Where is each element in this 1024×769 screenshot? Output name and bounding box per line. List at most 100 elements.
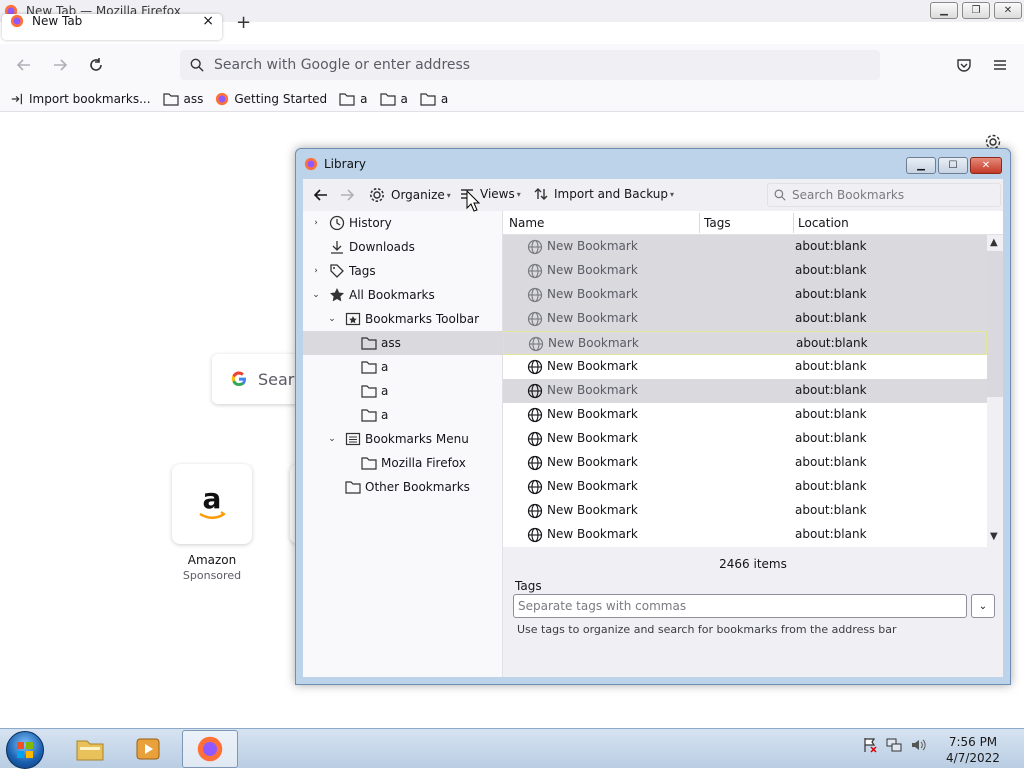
- bookmarks-toolbar-icon: [345, 311, 361, 327]
- top-site-amazon[interactable]: a: [172, 464, 252, 544]
- menu-icon[interactable]: [989, 54, 1011, 76]
- tree-item-other-bookmarks[interactable]: Other Bookmarks: [303, 475, 503, 499]
- pocket-icon[interactable]: [953, 54, 975, 76]
- forward-icon[interactable]: [49, 54, 71, 76]
- scroll-down-icon[interactable]: ▼: [990, 531, 998, 542]
- table-row[interactable]: New Bookmark about:blank: [503, 331, 987, 355]
- library-tree: › History Downloads › Tags ⌄ All Bookmar…: [303, 211, 503, 677]
- bookmark-folder-ass[interactable]: ass: [162, 92, 203, 106]
- organize-button[interactable]: Organize ▾: [369, 187, 451, 203]
- column-divider[interactable]: [793, 213, 794, 233]
- search-bookmarks-input[interactable]: Search Bookmarks: [767, 183, 1001, 207]
- close-button[interactable]: ✕: [994, 2, 1022, 19]
- top-site-label: Amazon: [187, 553, 237, 567]
- taskbar-media-player[interactable]: [120, 730, 176, 768]
- tree-item-bookmarks-toolbar[interactable]: ⌄ Bookmarks Toolbar: [303, 307, 503, 331]
- library-close-button[interactable]: ✕: [970, 157, 1002, 174]
- column-header-tags[interactable]: Tags: [704, 216, 731, 230]
- table-row[interactable]: New Bookmark about:blank: [503, 355, 987, 379]
- tags-dropdown-button[interactable]: ⌄: [971, 594, 995, 618]
- vertical-scrollbar[interactable]: ▲ ▼: [987, 235, 1003, 547]
- globe-icon: [527, 239, 543, 255]
- gear-icon: [370, 188, 384, 202]
- tree-item-mozilla-firefox[interactable]: Mozilla Firefox: [303, 451, 503, 475]
- reload-icon[interactable]: [85, 54, 107, 76]
- globe-icon: [527, 407, 543, 423]
- library-forward-icon[interactable]: [339, 187, 355, 203]
- folder-icon: [345, 479, 361, 495]
- table-row[interactable]: New Bookmark about:blank: [503, 499, 987, 523]
- tree-item-bookmarks-menu[interactable]: ⌄ Bookmarks Menu: [303, 427, 503, 451]
- tab-label: New Tab: [32, 14, 83, 28]
- new-tab-button[interactable]: +: [236, 12, 251, 33]
- table-row[interactable]: New Bookmark about:blank: [503, 379, 987, 403]
- column-header-name[interactable]: Name: [509, 216, 544, 230]
- tree-item-downloads[interactable]: Downloads: [303, 235, 503, 259]
- tree-item-tags[interactable]: › Tags: [303, 259, 503, 283]
- bookmark-folder-a[interactable]: a: [339, 92, 368, 106]
- bookmark-name: New Bookmark: [547, 479, 638, 493]
- library-content: Organize ▾ Views ▾ Import and Backup ▾ Sear…: [303, 179, 1003, 677]
- import-backup-button[interactable]: Import and Backup ▾: [534, 187, 674, 201]
- table-row[interactable]: New Bookmark about:blank: [503, 283, 987, 307]
- library-back-icon[interactable]: [313, 187, 329, 203]
- library-minimize-button[interactable]: ▁: [906, 157, 936, 174]
- table-row[interactable]: New Bookmark about:blank: [503, 259, 987, 283]
- amazon-logo-icon: a: [199, 484, 226, 519]
- back-icon[interactable]: [13, 54, 35, 76]
- expand-icon[interactable]: ›: [309, 218, 323, 228]
- tree-label: All Bookmarks: [349, 288, 435, 302]
- url-bar[interactable]: Search with Google or enter address: [180, 50, 880, 80]
- tab-new-tab[interactable]: New Tab ×: [2, 14, 222, 40]
- column-header-location[interactable]: Location: [798, 216, 849, 230]
- column-divider[interactable]: [699, 213, 700, 233]
- collapse-icon[interactable]: ⌄: [325, 314, 339, 324]
- table-row[interactable]: New Bookmark about:blank: [503, 427, 987, 451]
- tab-close-icon[interactable]: ×: [202, 14, 214, 29]
- star-icon: [329, 287, 345, 303]
- mouse-cursor-icon: [466, 190, 480, 212]
- library-maximize-button[interactable]: ☐: [938, 157, 968, 174]
- table-row[interactable]: New Bookmark about:blank: [503, 403, 987, 427]
- tree-item-history[interactable]: › History: [303, 211, 503, 235]
- tree-item-folder-a[interactable]: a: [303, 379, 503, 403]
- scrollbar-thumb[interactable]: [987, 251, 1003, 397]
- tree-item-folder-a[interactable]: a: [303, 355, 503, 379]
- library-title: Library: [324, 157, 366, 171]
- tags-input[interactable]: Separate tags with commas: [513, 594, 967, 618]
- bookmark-import[interactable]: Import bookmarks...: [10, 92, 151, 106]
- table-row[interactable]: New Bookmark about:blank: [503, 523, 987, 547]
- taskbar-clock[interactable]: 7:56 PM 4/7/2022: [938, 734, 1008, 766]
- download-icon: [329, 239, 345, 255]
- table-row[interactable]: New Bookmark about:blank: [503, 451, 987, 475]
- start-button[interactable]: [6, 731, 44, 769]
- volume-icon[interactable]: [910, 737, 926, 753]
- scroll-up-icon[interactable]: ▲: [990, 237, 998, 248]
- url-placeholder: Search with Google or enter address: [214, 57, 471, 73]
- table-row[interactable]: New Bookmark about:blank: [503, 235, 987, 259]
- library-window-controls: ▁ ☐ ✕: [906, 157, 1002, 174]
- folder-icon: [361, 407, 377, 423]
- taskbar-firefox[interactable]: [182, 730, 238, 768]
- library-toolbar: Organize ▾ Views ▾ Import and Backup ▾ Sear…: [303, 179, 1003, 211]
- expand-icon[interactable]: ›: [309, 266, 323, 276]
- table-row[interactable]: New Bookmark about:blank: [503, 307, 987, 331]
- table-row[interactable]: New Bookmark about:blank: [503, 475, 987, 499]
- bookmark-folder-a[interactable]: a: [420, 92, 448, 106]
- taskbar-explorer[interactable]: [62, 730, 118, 768]
- library-titlebar[interactable]: Library ▁ ☐ ✕: [296, 149, 1010, 179]
- tree-item-folder-ass[interactable]: ass: [303, 331, 503, 355]
- minimize-button[interactable]: ▁: [930, 2, 958, 19]
- clock-date: 4/7/2022: [946, 751, 1000, 765]
- bookmark-folder-a[interactable]: a: [379, 92, 408, 106]
- tree-item-folder-a[interactable]: a: [303, 403, 503, 427]
- collapse-icon[interactable]: ⌄: [309, 290, 323, 300]
- action-center-flag-icon[interactable]: [862, 737, 878, 753]
- network-icon[interactable]: [886, 737, 902, 753]
- restore-button[interactable]: ❐: [962, 2, 990, 19]
- collapse-icon[interactable]: ⌄: [325, 434, 339, 444]
- globe-icon: [527, 431, 543, 447]
- bookmark-getting-started[interactable]: Getting Started: [215, 92, 327, 106]
- folder-icon: [162, 92, 179, 106]
- tree-item-all-bookmarks[interactable]: ⌄ All Bookmarks: [303, 283, 503, 307]
